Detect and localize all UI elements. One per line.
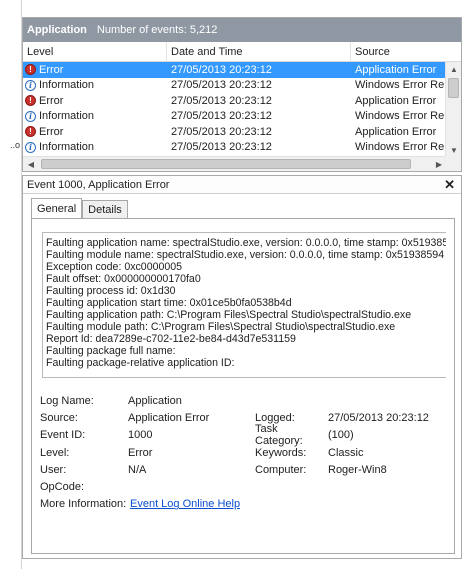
description-line: Faulting module name: spectralStudio.exe…	[46, 249, 445, 261]
computer-value: Roger-Win8	[328, 463, 387, 476]
event-source: Windows Error Repor	[355, 141, 447, 154]
log-name-label: Log Name:	[40, 394, 94, 407]
event-description[interactable]: Faulting application name: spectralStudi…	[42, 232, 446, 378]
event-id-value: 1000	[128, 429, 153, 442]
logged-label: Logged:	[255, 411, 295, 424]
close-icon[interactable]: ✕	[444, 178, 455, 191]
event-level-cell: i Information	[23, 140, 167, 156]
source-value: Application Error	[128, 411, 210, 424]
error-icon: !	[25, 126, 36, 138]
description-line: Faulting application start time: 0x01ce5…	[46, 297, 292, 309]
event-level: Error	[39, 94, 64, 107]
event-level-cell: ! Error	[23, 93, 167, 109]
event-properties: Log Name: Application Source: Applicatio…	[40, 392, 450, 513]
user-label: User:	[40, 463, 67, 476]
event-datetime: 27/05/2013 20:23:12	[171, 79, 272, 92]
general-tab-content: Faulting application name: spectralStudi…	[31, 218, 455, 554]
event-datetime: 27/05/2013 20:23:12	[171, 110, 272, 123]
event-detail-header: Event 1000, Application Error ✕	[23, 176, 461, 194]
event-level-cell: ! Error	[23, 124, 167, 140]
description-line: Faulting application path: C:\Program Fi…	[46, 309, 412, 321]
column-header-date-time[interactable]: Date and Time	[167, 42, 351, 61]
scroll-up-arrow-icon[interactable]: ▲	[446, 62, 461, 76]
event-row[interactable]: ! Error 27/05/2013 20:23:12 Application Err…	[23, 124, 447, 140]
event-level: Information	[39, 79, 95, 92]
tab-details[interactable]: Details	[82, 200, 128, 218]
source-label: Source:	[40, 411, 78, 424]
event-row[interactable]: ! Error 27/05/2013 20:23:12 Application Err…	[23, 93, 447, 109]
event-datetime: 27/05/2013 20:23:12	[171, 63, 272, 76]
left-edge-text: ..o	[10, 140, 21, 150]
column-header-row: Level Date and Time Source	[23, 42, 461, 62]
event-level: Error	[39, 63, 64, 76]
computer-label: Computer:	[255, 463, 307, 476]
info-icon: i	[25, 79, 36, 91]
scroll-left-arrow-icon[interactable]: ◀	[23, 157, 39, 171]
description-line: Faulting process id: 0x1d30	[46, 285, 176, 297]
event-id-label: Event ID:	[40, 429, 86, 442]
scrollbar-corner	[445, 156, 461, 171]
event-source: Application Error	[355, 63, 437, 76]
event-row[interactable]: i Information 27/05/2013 20:23:12 Windows E…	[23, 109, 447, 125]
log-title-bar: Application Number of events: 5,212	[23, 18, 461, 42]
column-header-source[interactable]: Source	[351, 42, 447, 61]
info-icon: i	[25, 110, 36, 122]
event-level-cell: ! Error	[23, 62, 167, 78]
event-datetime: 27/05/2013 20:23:12	[171, 94, 272, 107]
event-source: Windows Error Repor	[355, 110, 447, 123]
keywords-value: Classic	[328, 446, 364, 459]
log-name: Application	[27, 24, 87, 36]
event-level-cell: i Information	[23, 109, 167, 125]
description-line: Exception code: 0xc0000005	[46, 261, 183, 273]
event-datetime: 27/05/2013 20:23:12	[171, 141, 272, 154]
event-list-panel: Application Number of events: 5,212 Leve…	[22, 17, 462, 172]
event-level: Information	[39, 110, 95, 123]
vertical-scrollbar[interactable]: ▲ ▼	[445, 62, 461, 157]
tab-general[interactable]: General	[31, 198, 83, 218]
detail-tabs: General Details	[31, 198, 128, 218]
description-line: Report Id: dea7289e-c702-11e2-be84-d43d7…	[46, 333, 296, 345]
event-row[interactable]: ! Error 27/05/2013 20:23:12 Application Err…	[23, 62, 447, 78]
navigation-pane-edge: ..o	[0, 0, 22, 569]
event-log-online-help-link[interactable]: Event Log Online Help	[130, 498, 240, 510]
event-level: Information	[39, 141, 95, 154]
error-icon: !	[25, 64, 36, 76]
level-value: Error	[128, 446, 153, 459]
event-level-cell: i Information	[23, 78, 167, 94]
keywords-label: Keywords:	[255, 446, 307, 459]
description-line: Fault offset: 0x000000000170fa0	[46, 273, 201, 285]
scroll-down-arrow-icon[interactable]: ▼	[446, 143, 461, 157]
event-source: Application Error	[355, 125, 437, 138]
task-category-label: Task Category:	[255, 423, 303, 448]
event-source: Application Error	[355, 94, 437, 107]
column-header-level[interactable]: Level	[23, 42, 167, 61]
event-row[interactable]: i Information 27/05/2013 20:23:12 Windows E…	[23, 140, 447, 156]
horizontal-scroll-thumb[interactable]	[41, 159, 411, 169]
level-label: Level:	[40, 446, 70, 459]
event-datetime: 27/05/2013 20:23:12	[171, 125, 272, 138]
event-rows: ! Error 27/05/2013 20:23:12 Application Err…	[23, 62, 447, 155]
error-icon: !	[25, 95, 36, 107]
event-source: Windows Error Repor	[355, 79, 447, 92]
description-line: Faulting package full name:	[46, 345, 176, 357]
event-viewer-window: ..o Application Number of events: 5,212 …	[0, 0, 474, 569]
log-name-value: Application	[128, 394, 182, 407]
logged-value: 27/05/2013 20:23:12	[328, 411, 429, 424]
more-information-label: More Information:	[40, 498, 127, 511]
description-line: Faulting module path: C:\Program Files\S…	[46, 321, 396, 333]
info-icon: i	[25, 141, 36, 153]
opcode-label: OpCode:	[40, 481, 85, 494]
event-detail-panel: Event 1000, Application Error ✕ General …	[22, 175, 462, 559]
vertical-scroll-thumb[interactable]	[448, 78, 459, 98]
event-count: Number of events: 5,212	[96, 24, 218, 36]
description-line: Faulting package-relative application ID…	[46, 357, 235, 369]
task-category-value: (100)	[328, 429, 354, 442]
event-row[interactable]: i Information 27/05/2013 20:23:12 Windows E…	[23, 78, 447, 94]
user-value: N/A	[128, 463, 147, 476]
horizontal-scrollbar[interactable]: ◀ ▶	[23, 156, 461, 171]
event-detail-title: Event 1000, Application Error	[27, 178, 170, 191]
event-level: Error	[39, 125, 64, 138]
description-line: Faulting application name: spectralStudi…	[46, 237, 446, 249]
